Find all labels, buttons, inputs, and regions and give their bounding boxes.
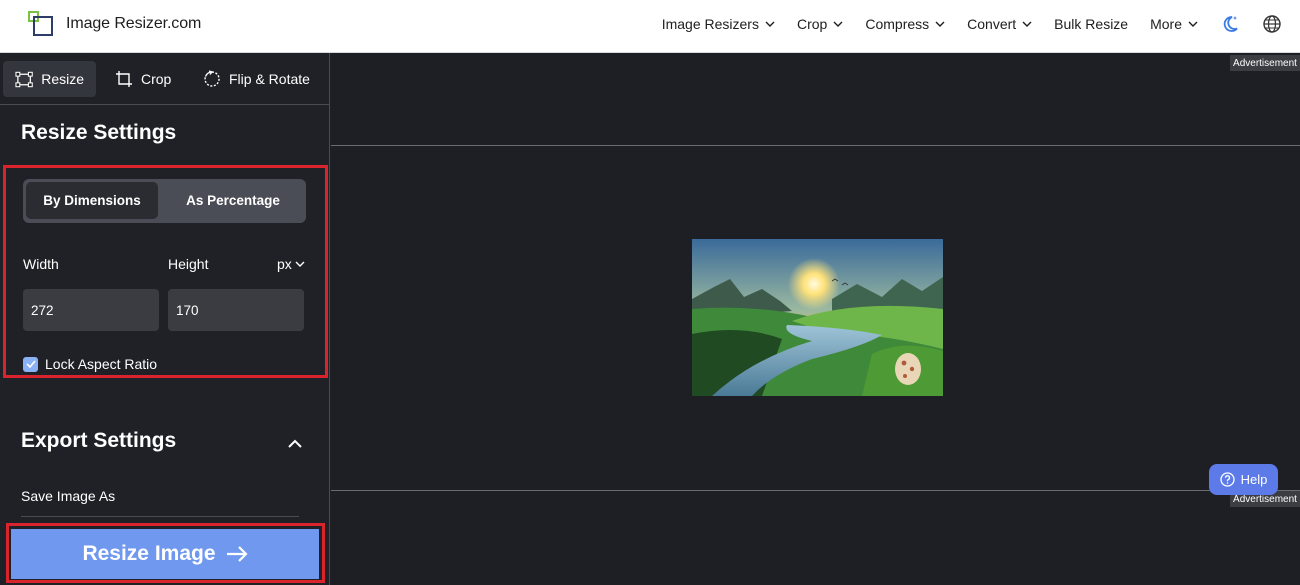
help-label: Help <box>1240 472 1268 487</box>
resize-settings-box: By Dimensions As Percentage Width Height… <box>3 165 328 378</box>
unit-value: px <box>277 256 292 272</box>
main-nav: Image Resizers Crop Compress Convert Bul… <box>640 0 1282 47</box>
tab-label: Flip & Rotate <box>229 71 310 87</box>
brand-name: Image Resizer.com <box>66 15 202 32</box>
nav-label: Convert <box>967 15 1017 32</box>
width-label: Width <box>23 256 59 272</box>
lock-aspect-ratio[interactable]: Lock Aspect Ratio <box>23 356 157 372</box>
arrow-right-icon <box>226 546 248 562</box>
chevron-down-icon <box>833 21 843 27</box>
height-input[interactable] <box>168 289 304 331</box>
top-navbar: Image Resizer.com Image Resizers Crop Co… <box>0 0 1300 53</box>
divider <box>21 516 299 517</box>
nav-crop[interactable]: Crop <box>797 16 843 32</box>
help-button[interactable]: Help <box>1209 464 1278 495</box>
logo-icon <box>28 11 53 36</box>
tool-tabs: Resize Crop Flip & Rotate <box>0 53 329 105</box>
mode-toggle: By Dimensions As Percentage <box>23 179 306 223</box>
nav-bulk-resize[interactable]: Bulk Resize <box>1054 16 1128 32</box>
chevron-down-icon <box>765 21 775 27</box>
settings-panel: Resize Crop Flip & Rotate Resize Setting… <box>0 53 330 585</box>
tab-label: Resize <box>41 71 84 87</box>
nav-label: More <box>1150 15 1182 32</box>
width-input[interactable] <box>23 289 159 331</box>
mode-as-percentage[interactable]: As Percentage <box>163 182 303 219</box>
checkmark-icon <box>25 360 36 368</box>
tab-label: Crop <box>141 71 172 87</box>
save-image-as-label: Save Image As <box>21 488 116 504</box>
resize-image-button[interactable]: Resize Image <box>11 529 319 579</box>
nav-more[interactable]: More <box>1150 16 1198 32</box>
resize-settings-title: Resize Settings <box>21 121 177 144</box>
export-settings-title: Export Settings <box>21 429 177 452</box>
tab-crop[interactable]: Crop <box>103 61 183 97</box>
export-collapse-button[interactable] <box>287 436 303 454</box>
question-icon <box>1219 472 1235 487</box>
unit-select[interactable]: px <box>277 256 305 272</box>
chevron-down-icon <box>1188 21 1198 27</box>
lock-aspect-label: Lock Aspect Ratio <box>45 356 158 372</box>
image-preview <box>692 239 943 396</box>
globe-icon <box>1263 14 1281 33</box>
crop-icon <box>116 71 132 87</box>
resize-button-label: Resize Image <box>82 542 216 565</box>
theme-toggle-icon <box>1223 15 1238 32</box>
ad-divider-top <box>331 145 1300 146</box>
nav-label: Compress <box>865 15 930 32</box>
nav-label: Image Resizers <box>661 15 759 32</box>
chevron-down-icon <box>1022 21 1032 27</box>
mode-by-dimensions[interactable]: By Dimensions <box>26 182 158 219</box>
tab-resize[interactable]: Resize <box>3 61 96 97</box>
nav-image-resizers[interactable]: Image Resizers <box>662 16 775 32</box>
ad-divider-bottom <box>331 490 1300 491</box>
rotate-icon <box>204 70 220 87</box>
resize-icon <box>15 71 33 87</box>
lock-aspect-checkbox[interactable] <box>23 356 38 372</box>
chevron-down-icon <box>295 261 305 267</box>
nav-compress[interactable]: Compress <box>865 16 945 32</box>
nav-label: Bulk Resize <box>1054 15 1129 32</box>
chevron-down-icon <box>935 21 945 27</box>
height-label: Height <box>168 256 209 272</box>
nav-label: Crop <box>796 15 828 32</box>
chevron-up-icon <box>288 439 302 448</box>
advertisement-label: Advertisement <box>1230 55 1300 71</box>
nav-convert[interactable]: Convert <box>967 16 1032 32</box>
theme-toggle-button[interactable] <box>1220 14 1240 34</box>
landscape-image <box>692 239 943 396</box>
language-button[interactable] <box>1262 14 1282 34</box>
tab-flip-rotate[interactable]: Flip & Rotate <box>191 61 322 97</box>
brand-logo[interactable]: Image Resizer.com <box>28 11 201 37</box>
